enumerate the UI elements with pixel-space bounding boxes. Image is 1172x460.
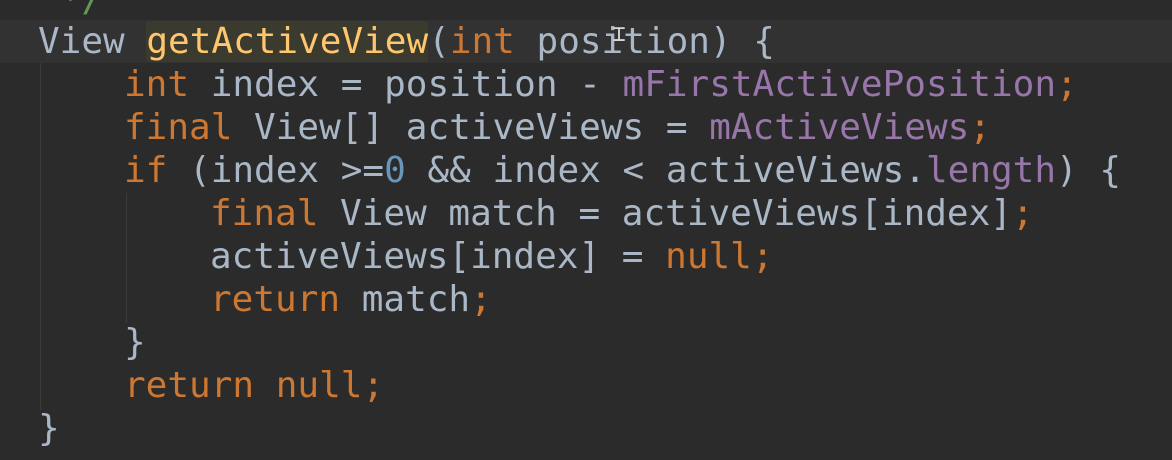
line-content: View getActiveView(int position) { bbox=[38, 20, 775, 63]
code-token: index = position - bbox=[189, 64, 623, 105]
code-line-5[interactable]: if (index >=0 && index < activeViews.len… bbox=[0, 149, 1172, 192]
code-token: return bbox=[210, 279, 341, 320]
code-line-4[interactable]: final View[] activeViews = mActiveViews; bbox=[0, 106, 1172, 149]
code-token: ; bbox=[1056, 64, 1078, 105]
code-token: null bbox=[665, 236, 752, 277]
code-token: } bbox=[38, 408, 60, 449]
code-token: return bbox=[124, 365, 255, 406]
code-token: View match = activeViews[index] bbox=[318, 193, 1012, 234]
code-token: getActiveView bbox=[146, 21, 429, 62]
code-line-7[interactable]: activeViews[index] = null; bbox=[0, 235, 1172, 278]
code-editor[interactable]: */ View getActiveView(int position) { in… bbox=[0, 0, 1172, 460]
code-token: ; bbox=[751, 236, 774, 277]
line-content: } bbox=[38, 407, 60, 450]
code-token: } bbox=[124, 322, 146, 363]
text-cursor-icon: ⌶ bbox=[612, 22, 626, 47]
code-token: View bbox=[38, 21, 147, 62]
code-token: int bbox=[449, 21, 515, 62]
code-token: ; bbox=[362, 365, 385, 406]
code-token: position) { bbox=[514, 21, 775, 62]
code-token: null bbox=[275, 365, 363, 406]
code-token: int bbox=[124, 64, 190, 105]
line-content: return null; bbox=[124, 364, 384, 407]
code-token: ; bbox=[470, 279, 492, 320]
code-line-2[interactable]: View getActiveView(int position) { bbox=[0, 20, 1172, 63]
code-token: ; bbox=[969, 107, 991, 148]
code-token: ( bbox=[428, 21, 450, 62]
code-token: && index < activeViews. bbox=[405, 150, 926, 191]
code-token: activeViews[index] = bbox=[210, 236, 666, 277]
line-content: int index = position - mFirstActivePosit… bbox=[124, 63, 1078, 106]
code-token: mFirstActivePosition bbox=[622, 64, 1056, 105]
line-content: return match; bbox=[210, 278, 492, 321]
line-content: final View match = activeViews[index]; bbox=[210, 192, 1034, 235]
line-content: } bbox=[124, 321, 146, 364]
code-line-1[interactable]: */ bbox=[0, 0, 1172, 21]
line-content: activeViews[index] = null; bbox=[210, 235, 774, 278]
code-line-8[interactable]: return match; bbox=[0, 278, 1172, 321]
code-token: if bbox=[124, 150, 168, 191]
line-content: final View[] activeViews = mActiveViews; bbox=[124, 106, 991, 149]
code-token: 0 bbox=[384, 150, 406, 191]
code-token: mActiveViews bbox=[709, 107, 970, 148]
code-token: ; bbox=[1011, 193, 1034, 234]
code-token: View[] activeViews = bbox=[232, 107, 710, 148]
line-content: if (index >=0 && index < activeViews.len… bbox=[124, 149, 1121, 192]
code-line-10[interactable]: return null; bbox=[0, 364, 1172, 407]
code-token: (index >= bbox=[167, 150, 385, 191]
code-token: match bbox=[340, 279, 471, 320]
code-line-11[interactable]: } bbox=[0, 407, 1172, 450]
code-line-3[interactable]: int index = position - mFirstActivePosit… bbox=[0, 63, 1172, 106]
code-line-9[interactable]: } bbox=[0, 321, 1172, 364]
code-token: ) { bbox=[1056, 150, 1122, 191]
code-token: final bbox=[124, 107, 233, 148]
code-line-6[interactable]: final View match = activeViews[index]; bbox=[0, 192, 1172, 235]
code-token: */ bbox=[38, 0, 103, 20]
line-content: */ bbox=[38, 0, 103, 21]
code-token: final bbox=[210, 193, 319, 234]
code-token: length bbox=[925, 150, 1057, 191]
